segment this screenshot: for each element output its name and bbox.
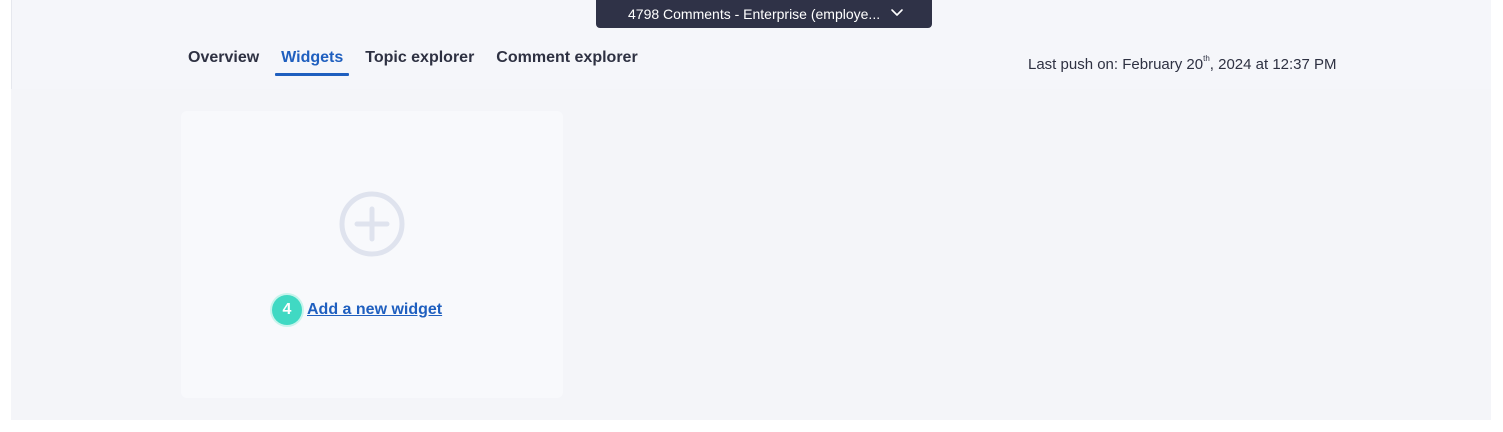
step-badge: 4 — [272, 295, 302, 325]
tab-overview[interactable]: Overview — [182, 46, 265, 76]
plus-circle-icon — [339, 191, 405, 257]
app-canvas: 4798 Comments - Enterprise (employe... O… — [11, 0, 1491, 420]
last-push-prefix: Last push on: February 20 — [1028, 56, 1204, 73]
add-widget-card[interactable]: 4 Add a new widget — [181, 111, 563, 398]
dataset-selector[interactable]: 4798 Comments - Enterprise (employe... — [596, 0, 932, 28]
last-push-rest: , 2024 at 12:37 PM — [1209, 56, 1337, 73]
add-widget-row: 4 Add a new widget — [272, 295, 442, 325]
tab-topic-explorer[interactable]: Topic explorer — [359, 46, 480, 76]
add-widget-link[interactable]: Add a new widget — [307, 301, 442, 319]
last-push-timestamp: Last push on: February 20th, 2024 at 12:… — [1028, 54, 1337, 73]
dataset-selector-label: 4798 Comments - Enterprise (employe... — [628, 6, 881, 22]
tab-widgets[interactable]: Widgets — [275, 46, 350, 76]
tab-comment-explorer[interactable]: Comment explorer — [490, 46, 643, 76]
last-push-ordinal: th — [1203, 54, 1210, 63]
chevron-down-icon — [891, 9, 903, 16]
tab-bar: Overview Widgets Topic explorer Comment … — [182, 46, 654, 78]
